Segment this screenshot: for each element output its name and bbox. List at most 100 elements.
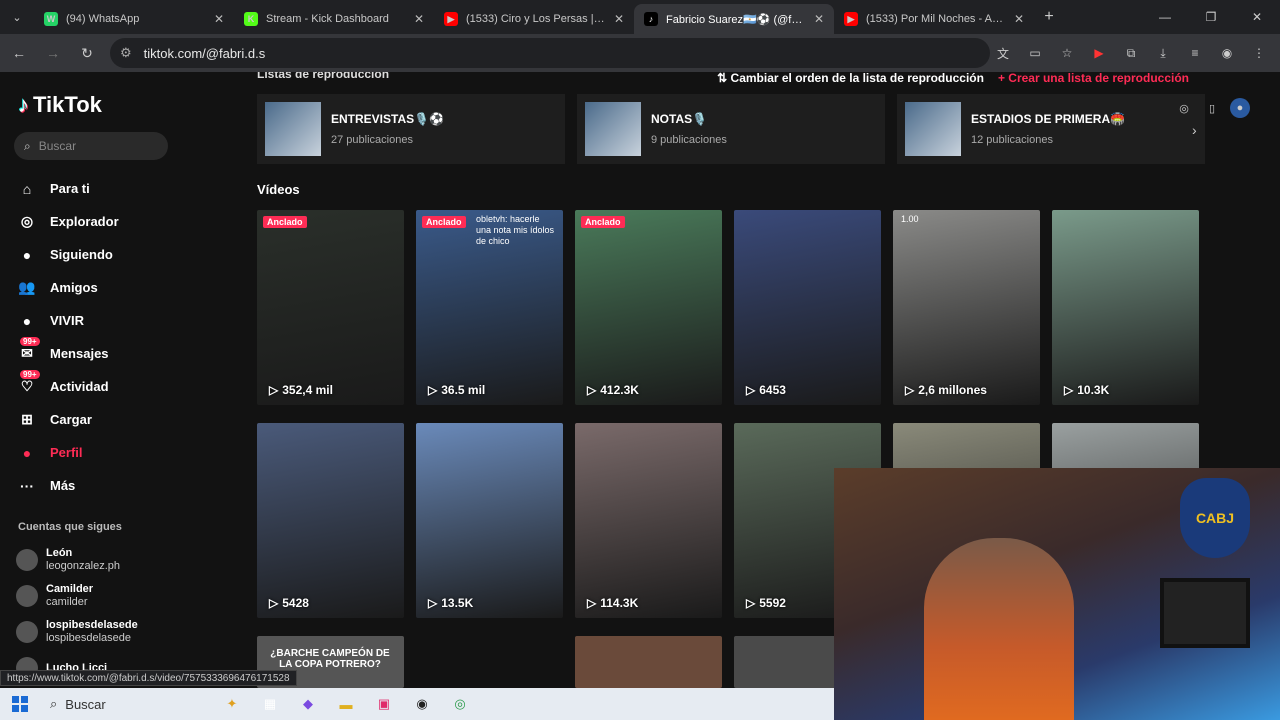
avatar — [16, 585, 38, 607]
sidebar-item[interactable]: ✉ 99+ Mensajes — [16, 336, 226, 370]
view-count: ▷ 13.5K — [428, 596, 473, 610]
reload-icon[interactable]: ↻ — [72, 38, 102, 68]
close-tab-icon[interactable]: ✕ — [214, 12, 224, 26]
webcam-overlay: CABJ — [834, 468, 1280, 720]
sidebar-item[interactable]: ♡ 99+ Actividad — [16, 369, 226, 403]
reorder-playlists-button[interactable]: ⇅ Cambiar el orden de la lista de reprod… — [717, 72, 984, 85]
device-icon[interactable]: ▯ — [1202, 98, 1222, 118]
tab-search-chevron-icon[interactable]: ⌄ — [0, 0, 34, 34]
profile-icon: ● — [22, 444, 32, 461]
youtube-ext-icon[interactable]: ▶ — [1086, 40, 1112, 66]
taskbar-search[interactable]: ⌕ Buscar — [40, 696, 220, 712]
playlist-card[interactable]: ENTREVISTAS🎙️⚽ 27 publicaciones — [257, 94, 565, 164]
playlist-next-arrow-icon[interactable]: › — [1192, 122, 1197, 138]
back-icon[interactable]: ← — [4, 38, 34, 68]
compass-float-icon[interactable]: ◎ — [1174, 98, 1194, 118]
new-tab-button[interactable]: + — [1034, 8, 1064, 26]
store-app-icon[interactable]: ▣ — [372, 692, 396, 716]
account-name: León — [46, 547, 73, 559]
video-card[interactable]: ▷ 10.3K — [1052, 210, 1199, 405]
chrome-icon[interactable]: ◎ — [448, 692, 472, 716]
close-tab-icon[interactable]: ✕ — [814, 12, 824, 26]
close-window-icon[interactable]: ✕ — [1234, 0, 1280, 34]
view-count: ▷ 352,4 mil — [269, 383, 333, 397]
sidebar-item[interactable]: ⌂ Para ti — [16, 172, 226, 205]
bookmark-star-icon[interactable]: ☆ — [1054, 40, 1080, 66]
browser-tab[interactable]: W (94) WhatsApp ✕ — [34, 4, 234, 34]
close-tab-icon[interactable]: ✕ — [414, 12, 424, 26]
view-count: ▷ 412.3K — [587, 383, 639, 397]
play-icon: ▷ — [746, 596, 756, 610]
play-icon: ▷ — [269, 383, 279, 397]
extensions-icon[interactable]: ⧉ — [1118, 40, 1144, 66]
tiktok-logo[interactable]: ♪ TikTok — [18, 92, 102, 118]
close-tab-icon[interactable]: ✕ — [1014, 12, 1024, 26]
sidebar-item[interactable]: ··· Más — [16, 469, 226, 502]
video-card[interactable]: ▷ 13.5K — [416, 423, 563, 618]
sidebar-item[interactable]: ● Siguiendo — [16, 238, 226, 271]
playlist-name: ENTREVISTAS🎙️⚽ — [331, 112, 445, 126]
sidebar-item-label: Cargar — [50, 412, 92, 427]
followed-account[interactable]: León leogonzalez.ph — [16, 542, 226, 578]
video-card[interactable] — [575, 636, 722, 688]
video-card[interactable]: Anclado ▷ 412.3K — [575, 210, 722, 405]
videos-heading: Vídeos — [257, 182, 300, 197]
close-tab-icon[interactable]: ✕ — [614, 12, 624, 26]
window-controls: — ❐ ✕ — [1142, 0, 1280, 34]
friends-icon: 👥 — [18, 279, 36, 295]
playlist-count: 27 publicaciones — [331, 134, 413, 146]
user-globe-icon[interactable]: ● — [1230, 98, 1250, 118]
browser-tab[interactable]: ▶ (1533) Por Mil Noches - AIRBAG ✕ — [834, 4, 1034, 34]
search-input[interactable]: ⌕ Buscar — [14, 132, 168, 160]
browser-tab[interactable]: K Stream - Kick Dashboard ✕ — [234, 4, 434, 34]
followed-account[interactable]: lospibesdelasede lospibesdelasede — [16, 614, 226, 650]
followed-account[interactable]: Camilder camilder — [16, 578, 226, 614]
obs-icon[interactable]: ◉ — [410, 692, 434, 716]
profile-avatar-icon[interactable]: ◉ — [1214, 40, 1240, 66]
sidebar-item[interactable]: ◎ Explorador — [16, 205, 226, 238]
url-text: tiktok.com/@fabri.d.s — [143, 45, 266, 61]
browser-tab[interactable]: ▶ (1533) Ciro y Los Persas | ANTE ✕ — [434, 4, 634, 34]
playlist-card[interactable]: NOTAS🎙️ 9 publicaciones — [577, 94, 885, 164]
playlist-thumbnail — [585, 102, 641, 156]
youtube-icon: ▶ — [444, 12, 458, 26]
video-card[interactable]: Anclado ▷ 352,4 mil — [257, 210, 404, 405]
video-card[interactable]: ▷ 5428 — [257, 423, 404, 618]
url-field[interactable]: ⚙ tiktok.com/@fabri.d.s — [110, 38, 990, 68]
video-card[interactable]: ▷ 6453 — [734, 210, 881, 405]
menu-dots-icon[interactable]: ⋮ — [1246, 40, 1272, 66]
media-control-icon[interactable]: ≡ — [1182, 40, 1208, 66]
following-heading: Cuentas que sigues — [18, 521, 122, 533]
restore-icon[interactable]: ❐ — [1188, 0, 1234, 34]
copilot-icon[interactable]: ◆ — [296, 692, 320, 716]
sidebar-item[interactable]: ● VIVIR — [16, 304, 226, 337]
cast-icon[interactable]: ▭ — [1022, 40, 1048, 66]
playlist-card[interactable]: ESTADIOS DE PRIMERA🏟️ 12 publicaciones — [897, 94, 1205, 164]
boca-flag: CABJ — [1180, 478, 1250, 558]
copilot-sparkle-icon[interactable]: ✦ — [220, 692, 244, 716]
browser-tab[interactable]: ♪ Fabricio Suarez🇦🇷⚽ (@fabri ✕ — [634, 4, 834, 34]
translate-icon[interactable]: 文 — [990, 40, 1016, 66]
video-card[interactable]: obletvh: hacerle una nota mis ídolos de … — [416, 210, 563, 405]
forward-icon[interactable]: → — [38, 38, 68, 68]
minimize-icon[interactable]: — — [1142, 0, 1188, 34]
sidebar-item[interactable]: ⊞ Cargar — [16, 403, 226, 436]
account-handle: lospibesdelasede — [46, 632, 132, 644]
task-view-icon[interactable]: ▦ — [258, 692, 282, 716]
playlist-thumbnail — [265, 102, 321, 156]
taskbar-search-icon: ⌕ — [50, 696, 58, 711]
sidebar-item[interactable]: 👥 Amigos — [16, 271, 226, 304]
playlists-row: ENTREVISTAS🎙️⚽ 27 publicaciones NOTAS🎙️ 9 p… — [257, 94, 1205, 164]
video-caption-overlay: obletvh: hacerle una nota mis ídolos de … — [476, 214, 555, 246]
view-count-text: 5428 — [282, 596, 309, 610]
windows-start-icon[interactable] — [0, 696, 40, 712]
extension-icons: 文 ▭ ☆ ▶ ⧉ ⤓ ≡ ◉ ⋮ — [990, 40, 1272, 66]
video-caption-overlay: ¿BARCHE CAMPEÓN DE LA COPA POTRERO? — [270, 648, 390, 670]
video-card[interactable]: 1.00 ▷ 2,6 millones — [893, 210, 1040, 405]
file-explorer-icon[interactable]: ▬ — [334, 692, 358, 716]
download-icon[interactable]: ⤓ — [1150, 40, 1176, 66]
sidebar-item[interactable]: ● Perfil — [16, 436, 226, 469]
site-info-icon[interactable]: ⚙ — [120, 45, 132, 61]
create-playlist-button[interactable]: + Crear una lista de reproducción — [998, 72, 1189, 85]
video-card[interactable]: ▷ 114.3K — [575, 423, 722, 618]
